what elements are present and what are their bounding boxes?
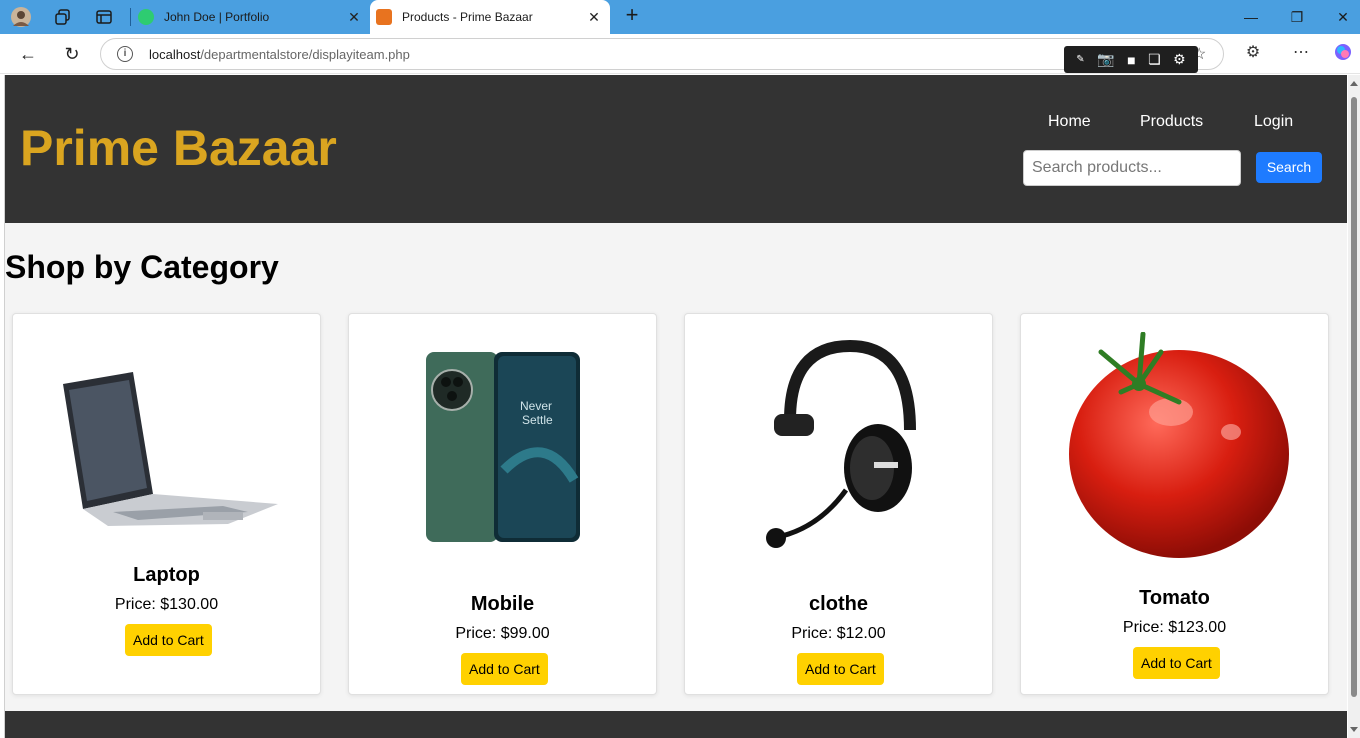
nav-login[interactable]: Login [1254,113,1293,131]
product-name[interactable]: Laptop [13,564,320,587]
close-tab-icon[interactable]: ✕ [586,9,602,26]
tab-title: John Doe | Portfolio [164,10,270,24]
laptop-image [63,372,278,526]
url-path: /departmentalstore/displayiteam.php [200,47,410,62]
close-tab-icon[interactable]: ✕ [346,9,362,26]
add-to-cart-button[interactable]: Add to Cart [797,653,884,685]
page-viewport: Prime Bazaar Home Products Login Search … [4,75,1347,738]
search-button[interactable]: Search [1256,152,1322,183]
tab-products[interactable]: Products - Prime Bazaar ✕ [370,0,610,34]
browser-tab-bar: John Doe | Portfolio ✕ Products - Prime … [0,0,1360,34]
mobile-phone-image: Never Settle [426,352,580,542]
screen-capture-toolbar: ✎ 📷 ■ ❏ ⚙ [1064,46,1198,73]
back-arrow-icon[interactable]: ← [16,42,40,66]
settings-gear-icon[interactable]: ⚙ [1173,51,1186,68]
product-name[interactable]: clothe [685,593,992,616]
url-host: localhost [149,47,201,62]
close-window-icon[interactable]: ✕ [1332,6,1354,28]
tab-separator [130,8,131,26]
tab-title: Products - Prime Bazaar [402,10,533,24]
section-title: Shop by Category [5,249,279,285]
product-price: Price: $130.00 [114,596,219,613]
tomato-image [1069,332,1289,558]
pin-icon[interactable]: ✎ [1076,54,1084,65]
add-to-cart-button[interactable]: Add to Cart [125,624,212,656]
new-tab-button[interactable]: + [620,4,644,28]
camera-icon[interactable]: 📷 [1097,51,1114,68]
nav-home[interactable]: Home [1048,113,1091,131]
product-price: Price: $12.00 [791,625,886,642]
svg-text:Settle: Settle [522,413,553,427]
workspaces-icon[interactable] [52,6,74,28]
add-to-cart-button[interactable]: Add to Cart [461,653,548,685]
site-footer [5,711,1347,738]
product-card: Laptop Price: $130.00 Add to Cart [12,313,321,695]
url-text[interactable]: localhost/departmentalstore/displayiteam… [149,47,410,62]
profile-avatar-icon[interactable] [10,6,32,28]
window-icon[interactable]: ❏ [1148,51,1161,68]
product-name[interactable]: Mobile [349,593,656,616]
tab-portfolio[interactable]: John Doe | Portfolio ✕ [132,0,370,34]
page-scrollbar[interactable] [1348,75,1360,738]
svg-text:Never: Never [520,399,552,413]
portfolio-favicon-icon [138,9,154,25]
video-icon[interactable]: ■ [1127,52,1135,68]
reload-icon[interactable]: ↻ [60,42,84,66]
copilot-icon[interactable] [1332,42,1354,64]
product-price: Price: $123.00 [1122,619,1227,636]
xampp-favicon-icon [376,9,392,25]
scrollbar-thumb[interactable] [1351,97,1357,697]
scroll-down-arrow-icon[interactable] [1350,727,1358,732]
more-menu-icon[interactable]: ⋯ [1290,42,1312,64]
product-price: Price: $99.00 [455,625,550,642]
tab-actions-icon[interactable] [93,6,115,28]
product-card: clothe Price: $12.00 Add to Cart [684,313,993,695]
product-card: Never Settle Mobile Price: $99.00 Add to… [348,313,657,695]
brand-logo-text[interactable]: Prime Bazaar [20,119,337,177]
site-info-icon[interactable]: i [117,46,133,62]
add-to-cart-button[interactable]: Add to Cart [1133,647,1220,679]
headset-image [766,340,916,548]
nav-products[interactable]: Products [1140,113,1203,131]
extensions-icon[interactable]: ⚙ [1242,42,1264,64]
scroll-up-arrow-icon[interactable] [1350,81,1358,86]
product-card: Tomato Price: $123.00 Add to Cart [1020,313,1329,695]
site-header: Prime Bazaar Home Products Login Search … [5,75,1347,223]
minimize-icon[interactable]: — [1240,6,1262,28]
search-input[interactable]: Search products... [1023,150,1241,186]
restore-icon[interactable]: ❐ [1286,6,1308,28]
product-name[interactable]: Tomato [1021,587,1328,610]
address-bar[interactable]: i localhost/departmentalstore/displayite… [100,38,1224,70]
